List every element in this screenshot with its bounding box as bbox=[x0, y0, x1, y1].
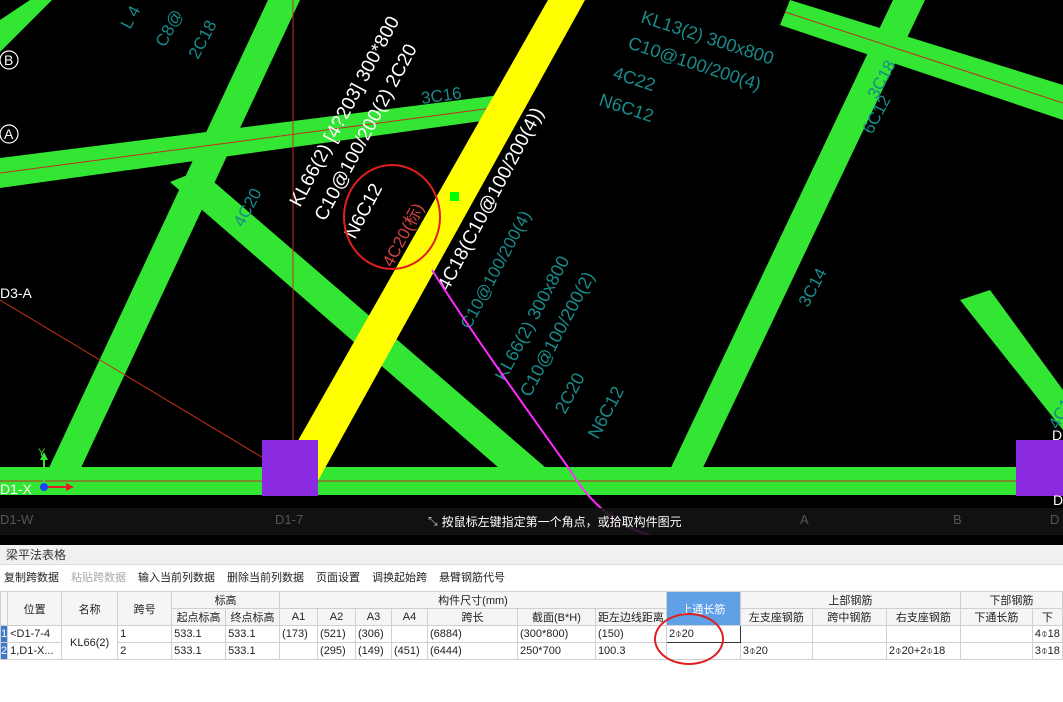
cell-start-elev[interactable]: 533.1 bbox=[171, 625, 227, 643]
cell-length[interactable]: (6884) bbox=[426, 625, 518, 643]
header-a2[interactable]: A2 bbox=[317, 608, 357, 626]
column-right[interactable] bbox=[1016, 440, 1063, 496]
crosshair-icon: ⤡ bbox=[428, 514, 438, 528]
cell-bottom-thru[interactable] bbox=[959, 625, 1033, 643]
cell-a1[interactable] bbox=[279, 642, 319, 660]
panel-title: 梁平法表格 bbox=[0, 545, 1063, 565]
cell-span[interactable]: 1 bbox=[117, 625, 173, 643]
cell-span[interactable]: 2 bbox=[117, 642, 173, 660]
header-elevation[interactable]: 标高 bbox=[171, 591, 281, 609]
cell-a2[interactable]: (521) bbox=[317, 625, 357, 643]
cell-mid[interactable] bbox=[811, 642, 887, 660]
axis-d-label: D bbox=[1052, 427, 1062, 443]
header-offset[interactable]: 距左边线距离 bbox=[594, 608, 667, 626]
beam-table-panel: 梁平法表格 复制跨数据 粘贴跨数据 输入当前列数据 删除当前列数据 页面设置 调… bbox=[0, 545, 1063, 702]
axis-d-right-label: D bbox=[1053, 492, 1063, 508]
cell-a4[interactable]: (451) bbox=[391, 642, 428, 660]
column-d1-7[interactable] bbox=[262, 440, 318, 496]
cell-left-support[interactable] bbox=[739, 625, 813, 643]
header-name[interactable]: 名称 bbox=[61, 591, 119, 626]
header-span[interactable]: 跨号 bbox=[117, 591, 173, 626]
header-mid[interactable]: 跨中钢筋 bbox=[811, 608, 887, 626]
cell-position[interactable]: <D1-7-4 bbox=[7, 625, 63, 643]
cell-end-elev[interactable]: 533.1 bbox=[225, 642, 281, 660]
delete-column-data-button[interactable]: 删除当前列数据 bbox=[227, 569, 304, 587]
cell-a1[interactable]: (173) bbox=[279, 625, 319, 643]
header-a4[interactable]: A4 bbox=[391, 608, 428, 626]
beam-table: 位置 名称 跨号 标高 构件尺寸(mm) 上通长筋 上部钢筋 下部钢筋 起点标高… bbox=[0, 591, 1063, 660]
axis-d1x-label: D1-X bbox=[0, 481, 33, 497]
copy-span-data-button[interactable]: 复制跨数据 bbox=[4, 569, 59, 587]
beam-grip-top[interactable] bbox=[450, 192, 459, 201]
input-column-data-button[interactable]: 输入当前列数据 bbox=[138, 569, 215, 587]
paste-span-data-button[interactable]: 粘贴跨数据 bbox=[71, 569, 126, 587]
cell-a3[interactable]: (149) bbox=[355, 642, 392, 660]
cell-right-support[interactable]: 2⌽20+2⌽18 bbox=[885, 642, 961, 660]
axis-y-label: Y bbox=[38, 447, 46, 459]
table-row[interactable]: 2 1,D1-X... 2 533.1 533.1 (295) (149) (4… bbox=[0, 642, 1063, 660]
cell-a4[interactable] bbox=[391, 625, 428, 643]
swap-start-span-button[interactable]: 调换起始跨 bbox=[372, 569, 427, 587]
cell-left-support[interactable]: 3⌽20 bbox=[739, 642, 813, 660]
axis-b-label: B bbox=[4, 52, 13, 68]
cell-bottom[interactable]: 3⌽18 bbox=[1031, 642, 1063, 660]
cantilever-code-button[interactable]: 悬臂钢筋代号 bbox=[439, 569, 505, 587]
row-number[interactable]: 1 bbox=[0, 625, 9, 643]
header-end-elev[interactable]: 终点标高 bbox=[225, 608, 281, 626]
cell-a3[interactable]: (306) bbox=[355, 625, 392, 643]
cell-section[interactable]: 250*700 bbox=[516, 642, 596, 660]
cell-start-elev[interactable]: 533.1 bbox=[171, 642, 227, 660]
cell-mid[interactable] bbox=[811, 625, 887, 643]
annotation-circle-table bbox=[654, 613, 724, 665]
cell-length[interactable]: (6444) bbox=[426, 642, 518, 660]
header-start-elev[interactable]: 起点标高 bbox=[171, 608, 227, 626]
cell-section[interactable]: (300*800) bbox=[516, 625, 596, 643]
header-a1[interactable]: A1 bbox=[279, 608, 319, 626]
header-bottom-thru[interactable]: 下通长筋 bbox=[959, 608, 1033, 626]
bottom-axis-d1w: D1-W bbox=[0, 512, 34, 527]
command-hint-bar: ⤡ 按鼠标左键指定第一个角点，或拾取构件图元 bbox=[0, 508, 1063, 535]
header-bottom[interactable]: 下 bbox=[1031, 608, 1063, 626]
header-length[interactable]: 跨长 bbox=[426, 608, 518, 626]
cell-position[interactable]: 1,D1-X... bbox=[7, 642, 63, 660]
cell-a2[interactable]: (295) bbox=[317, 642, 357, 660]
bottom-axis-d: D bbox=[1050, 512, 1060, 527]
header-section[interactable]: 截面(B*H) bbox=[516, 608, 596, 626]
cell-bottom[interactable]: 4⌽18 bbox=[1031, 625, 1063, 643]
axis-a-label: A bbox=[4, 126, 14, 142]
table-header-row-1: 位置 名称 跨号 标高 构件尺寸(mm) 上通长筋 上部钢筋 下部钢筋 bbox=[0, 591, 1063, 626]
bottom-axis-d17: D1-7 bbox=[275, 512, 304, 527]
bottom-axis-a: A bbox=[800, 512, 809, 527]
cell-right-support[interactable] bbox=[885, 625, 961, 643]
header-bottom-rebar[interactable]: 下部钢筋 bbox=[959, 591, 1063, 609]
command-hint-text: 按鼠标左键指定第一个角点，或拾取构件图元 bbox=[441, 515, 682, 529]
axis-d3a-label: D3-A bbox=[0, 285, 33, 301]
table-toolbar: 复制跨数据 粘贴跨数据 输入当前列数据 删除当前列数据 页面设置 调换起始跨 悬… bbox=[0, 569, 505, 587]
header-position[interactable]: 位置 bbox=[7, 591, 63, 626]
header-top-rebar[interactable]: 上部钢筋 bbox=[739, 591, 961, 609]
header-right-support[interactable]: 右支座钢筋 bbox=[885, 608, 961, 626]
table-row[interactable]: 1 <D1-7-4 KL66(2) 1 533.1 533.1 (173) (5… bbox=[0, 625, 1063, 660]
cell-bottom-thru[interactable] bbox=[959, 642, 1033, 660]
header-left-support[interactable]: 左支座钢筋 bbox=[739, 608, 813, 626]
bottom-axis-b: B bbox=[953, 512, 962, 527]
row-number[interactable]: 2 bbox=[0, 642, 9, 660]
cell-end-elev[interactable]: 533.1 bbox=[225, 625, 281, 643]
cad-drawing-canvas[interactable]: KL66(2) [4?203] 300*800 C10@100/200(2) 2… bbox=[0, 0, 1063, 535]
cell-name[interactable]: KL66(2) bbox=[61, 625, 119, 660]
page-setup-button[interactable]: 页面设置 bbox=[316, 569, 360, 587]
header-dimensions[interactable]: 构件尺寸(mm) bbox=[279, 591, 667, 609]
header-a3[interactable]: A3 bbox=[355, 608, 392, 626]
